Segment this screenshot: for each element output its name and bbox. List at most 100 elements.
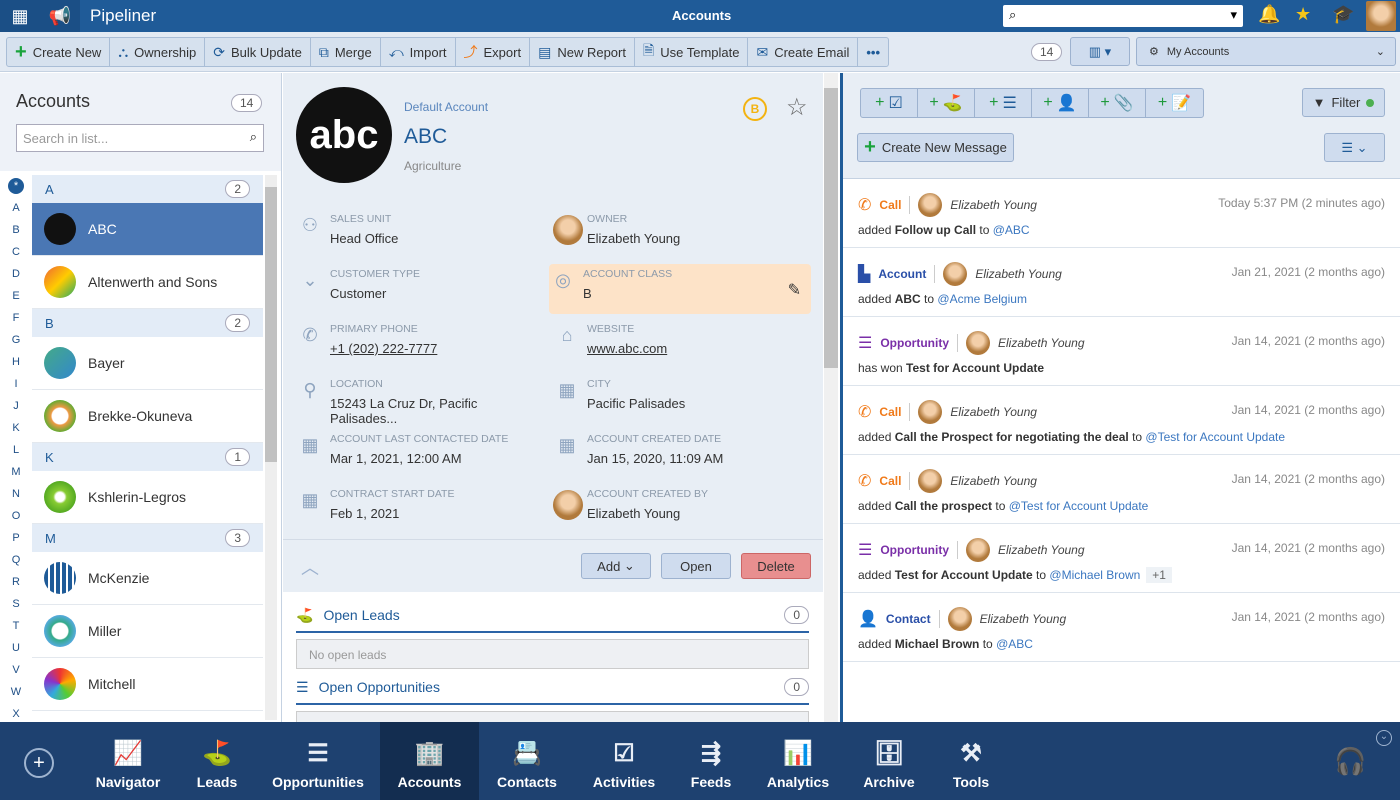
feed-item[interactable]: ✆ Call Elizabeth Young Jan 14, 2021 (2 mont…	[843, 386, 1400, 455]
alphabet-letter[interactable]: J	[0, 395, 32, 417]
delete-button[interactable]: Delete	[741, 553, 811, 579]
account-type[interactable]: Default Account	[404, 100, 488, 114]
alphabet-letter[interactable]: N	[0, 483, 32, 505]
alphabet-letter[interactable]: C	[0, 241, 32, 263]
alphabet-letter[interactable]: Q	[0, 549, 32, 571]
field-value[interactable]: +1 (202) 222-7777	[330, 341, 437, 356]
alphabet-letter[interactable]: O	[0, 505, 32, 527]
graduation-cap-icon[interactable]: 🎓	[1332, 4, 1354, 25]
list-item[interactable]: Miller	[32, 605, 263, 658]
field-value[interactable]: www.abc.com	[587, 341, 667, 356]
alphabet-letter[interactable]: V	[0, 659, 32, 681]
more-button[interactable]: •••	[858, 38, 888, 66]
alphabet-letter[interactable]: D	[0, 263, 32, 285]
merge-button[interactable]: ⧉ Merge	[311, 38, 381, 66]
feed-item[interactable]: ☰ Opportunity Elizabeth Young Jan 14, 2021 …	[843, 524, 1400, 593]
nav-activities[interactable]: ☑ Activities	[575, 722, 673, 800]
user-avatar[interactable]	[1366, 1, 1396, 31]
alphabet-letter[interactable]: F	[0, 307, 32, 329]
columns-button[interactable]: ▥ ▾	[1070, 37, 1130, 66]
feed-type[interactable]: Call	[879, 198, 901, 212]
create-new-message-button[interactable]: + Create New Message	[857, 133, 1014, 162]
alphabet-letter[interactable]: W	[0, 681, 32, 703]
edit-pencil-icon[interactable]: ✎	[788, 280, 801, 300]
add-opportunity-button[interactable]: + ☰	[975, 89, 1032, 117]
feed-user[interactable]: Elizabeth Young	[998, 543, 1085, 557]
add-task-button[interactable]: + ☑	[861, 89, 918, 117]
favorite-star-icon[interactable]: ☆	[786, 93, 808, 122]
view-selector[interactable]: ⚙ My Accounts ⌄	[1136, 37, 1396, 66]
add-note-button[interactable]: + 📝	[1146, 89, 1203, 117]
nav-accounts[interactable]: 🏢 Accounts	[380, 722, 479, 800]
open-button[interactable]: Open	[661, 553, 731, 579]
feed-item[interactable]: ▙ Account Elizabeth Young Jan 21, 2021 (2 m…	[843, 248, 1400, 317]
alphabet-letter[interactable]: R	[0, 571, 32, 593]
support-headset-icon[interactable]: 🎧	[1334, 746, 1366, 777]
feed-user[interactable]: Elizabeth Young	[950, 198, 1037, 212]
alphabet-letter[interactable]: T	[0, 615, 32, 637]
create-email-button[interactable]: ✉ Create Email	[748, 38, 859, 66]
list-item[interactable]: Altenwerth and Sons	[32, 256, 263, 309]
more-count[interactable]: +1	[1146, 567, 1172, 583]
add-circle-icon[interactable]: +	[24, 748, 54, 778]
add-contact-button[interactable]: + 👤	[1032, 89, 1089, 117]
list-item[interactable]: Brekke-Okuneva	[32, 390, 263, 443]
feed-link[interactable]: @Test for Account Update	[1009, 499, 1149, 513]
feed-user[interactable]: Elizabeth Young	[980, 612, 1067, 626]
add-attachment-button[interactable]: + 📎	[1089, 89, 1146, 117]
feed-link[interactable]: @Test for Account Update	[1145, 430, 1285, 444]
alphabet-letter[interactable]: I	[0, 373, 32, 395]
alphabet-letter[interactable]: *	[8, 178, 24, 194]
feed-type[interactable]: Contact	[886, 612, 931, 626]
alphabet-letter[interactable]: M	[0, 461, 32, 483]
bell-icon[interactable]: 🔔	[1258, 4, 1280, 25]
add-lead-button[interactable]: + ⛳	[918, 89, 975, 117]
alphabet-letter[interactable]: B	[0, 219, 32, 241]
use-template-button[interactable]: 🗎 Use Template	[635, 38, 749, 66]
list-item[interactable]: Kshlerin-Legros	[32, 471, 263, 524]
feed-user[interactable]: Elizabeth Young	[998, 336, 1085, 350]
list-item[interactable]: Bayer	[32, 337, 263, 390]
export-button[interactable]: ⤴ Export	[456, 38, 531, 66]
list-item[interactable]: McKenzie	[32, 552, 263, 605]
detail-scrollbar[interactable]	[824, 73, 838, 722]
list-search-input[interactable]: Search in list... ⌕	[16, 124, 264, 152]
nav-navigator[interactable]: 📈 Navigator	[96, 722, 161, 800]
collapse-nav-icon[interactable]: ⌄	[1376, 730, 1392, 746]
feed-type[interactable]: Call	[879, 474, 901, 488]
feed-link[interactable]: @ABC	[993, 223, 1030, 237]
feed-item[interactable]: ✆ Call Elizabeth Young Jan 14, 2021 (2 mont…	[843, 455, 1400, 524]
alphabet-letter[interactable]: S	[0, 593, 32, 615]
field-account-class[interactable]: ◎ ACCOUNT CLASS B ✎	[549, 264, 811, 314]
alphabet-letter[interactable]: U	[0, 637, 32, 659]
list-item[interactable]: ABC	[32, 203, 263, 256]
alphabet-letter[interactable]: G	[0, 329, 32, 351]
nav-tools[interactable]: ⚒ Tools	[931, 722, 1011, 800]
feed-type[interactable]: Opportunity	[880, 336, 949, 350]
announcement-icon[interactable]: 📢	[40, 0, 80, 32]
import-button[interactable]: ⤺ Import	[381, 38, 456, 66]
filter-button[interactable]: ▼ Filter	[1302, 88, 1385, 117]
nav-feeds[interactable]: ⇶ Feeds	[673, 722, 749, 800]
chevron-down-icon[interactable]: ▾	[1230, 7, 1237, 23]
alphabet-letter[interactable]: P	[0, 527, 32, 549]
star-icon[interactable]: ★	[1295, 4, 1311, 25]
alphabet-letter[interactable]: L	[0, 439, 32, 461]
feed-user[interactable]: Elizabeth Young	[950, 405, 1037, 419]
list-scrollbar[interactable]	[265, 175, 277, 720]
feed-user[interactable]: Elizabeth Young	[975, 267, 1062, 281]
add-button[interactable]: Add ⌄	[581, 553, 651, 579]
nav-opportunities[interactable]: ☰ Opportunities	[262, 722, 374, 800]
feed-type[interactable]: Opportunity	[880, 543, 949, 557]
nav-analytics[interactable]: 📊 Analytics	[749, 722, 847, 800]
create-new-button[interactable]: + Create New	[7, 38, 111, 66]
bulk-update-button[interactable]: ⟳ Bulk Update	[205, 38, 311, 66]
alphabet-letter[interactable]: E	[0, 285, 32, 307]
feed-link[interactable]: @Acme Belgium	[937, 292, 1027, 306]
nav-leads[interactable]: ⛳ Leads	[188, 722, 246, 800]
collapse-chevron-icon[interactable]: ︿	[301, 554, 319, 580]
nav-contacts[interactable]: 📇 Contacts	[479, 722, 575, 800]
alphabet-letter[interactable]: K	[0, 417, 32, 439]
feed-link[interactable]: @ABC	[996, 637, 1033, 651]
feed-type[interactable]: Account	[878, 267, 926, 281]
